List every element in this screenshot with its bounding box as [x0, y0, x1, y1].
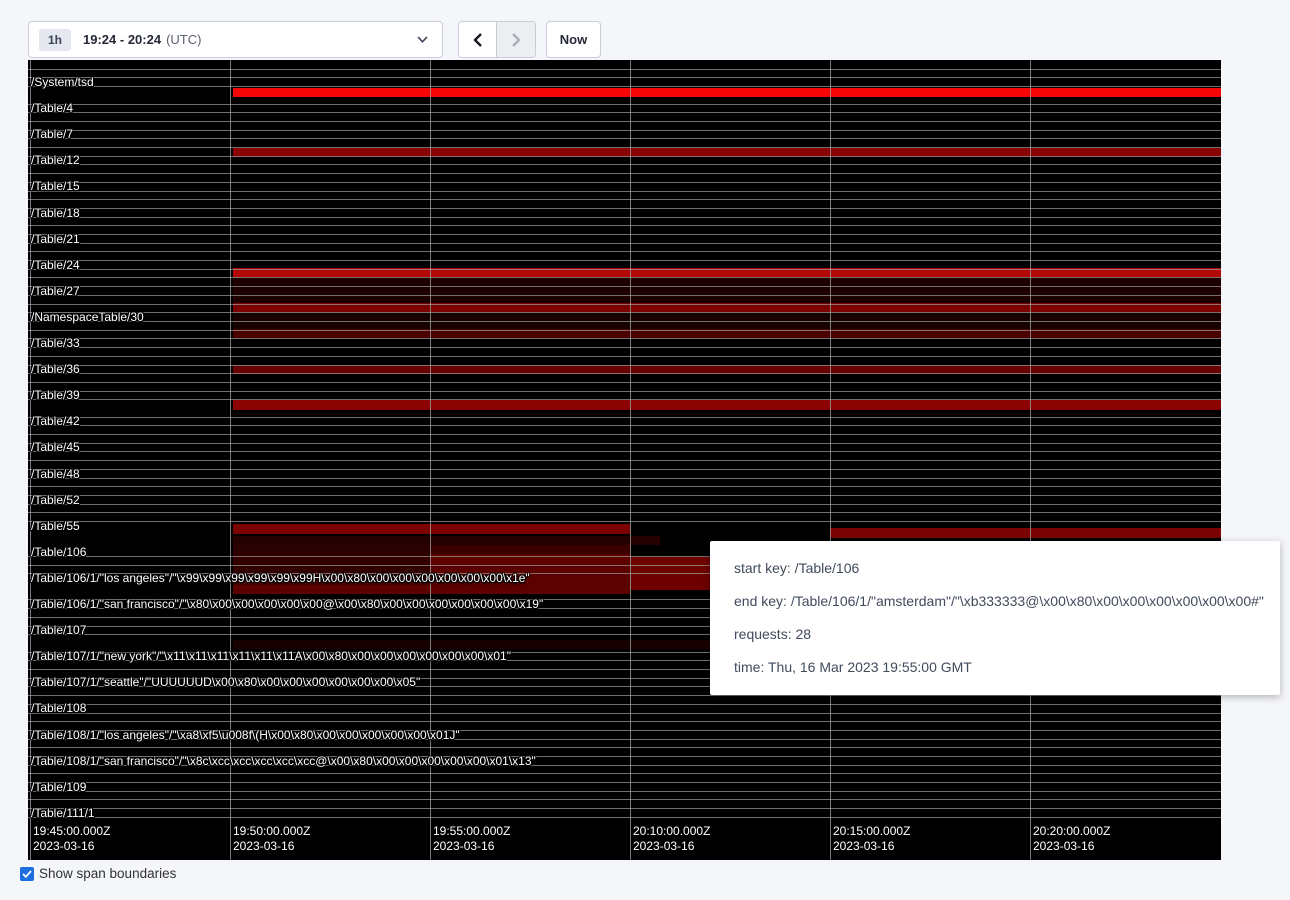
chart-options-row: Show span boundaries [20, 866, 176, 881]
axis-tick-time: 20:15:00.000Z [833, 824, 910, 839]
axis-tick: 20:15:00.000Z2023-03-16 [833, 824, 910, 854]
key-visualizer-heatmap[interactable]: /System/tsd/Table/4/Table/7/Table/12/Tab… [28, 60, 1221, 860]
axis-tick-date: 2023-03-16 [1033, 839, 1110, 854]
timezone-label: (UTC) [166, 32, 201, 47]
axis-tick-time: 19:45:00.000Z [33, 824, 110, 839]
now-button[interactable]: Now [546, 21, 601, 58]
axis-tick-time: 19:50:00.000Z [233, 824, 310, 839]
axis-tick-time: 20:10:00.000Z [633, 824, 710, 839]
axis-tick: 19:50:00.000Z2023-03-16 [233, 824, 310, 854]
axis-tick-date: 2023-03-16 [33, 839, 110, 854]
axis-tick: 20:20:00.000Z2023-03-16 [1033, 824, 1110, 854]
axis-tick-time: 19:55:00.000Z [433, 824, 510, 839]
hover-tooltip: start key: /Table/106 end key: /Table/10… [710, 541, 1280, 695]
axis-tick-date: 2023-03-16 [433, 839, 510, 854]
tooltip-start-key: start key: /Table/106 [734, 552, 1256, 585]
axis-tick-date: 2023-03-16 [633, 839, 710, 854]
time-nav-group [458, 21, 536, 58]
key-visualizer-page: 1h 19:24 - 20:24 (UTC) Now /System/tsd/T… [0, 0, 1290, 900]
show-span-boundaries-checkbox[interactable] [20, 867, 34, 881]
time-range-label: 19:24 - 20:24 [83, 32, 161, 47]
check-icon [22, 870, 32, 878]
tooltip-end-key: end key: /Table/106/1/"amsterdam"/"\xb33… [734, 585, 1256, 618]
next-time-button[interactable] [497, 22, 535, 57]
chevron-right-icon [512, 33, 521, 47]
chevron-left-icon [473, 33, 482, 47]
x-axis: 19:45:00.000Z2023-03-1619:50:00.000Z2023… [28, 60, 1221, 860]
time-range-dropdown[interactable]: 1h 19:24 - 20:24 (UTC) [28, 21, 443, 58]
preset-duration-badge: 1h [39, 29, 71, 51]
axis-tick-date: 2023-03-16 [833, 839, 910, 854]
axis-tick-date: 2023-03-16 [233, 839, 310, 854]
axis-tick-time: 20:20:00.000Z [1033, 824, 1110, 839]
tooltip-requests: requests: 28 [734, 618, 1256, 651]
chevron-down-icon [417, 36, 428, 43]
show-span-boundaries-label: Show span boundaries [39, 866, 176, 881]
axis-tick: 19:55:00.000Z2023-03-16 [433, 824, 510, 854]
axis-tick: 19:45:00.000Z2023-03-16 [33, 824, 110, 854]
prev-time-button[interactable] [459, 22, 497, 57]
axis-tick: 20:10:00.000Z2023-03-16 [633, 824, 710, 854]
tooltip-time: time: Thu, 16 Mar 2023 19:55:00 GMT [734, 651, 1256, 684]
